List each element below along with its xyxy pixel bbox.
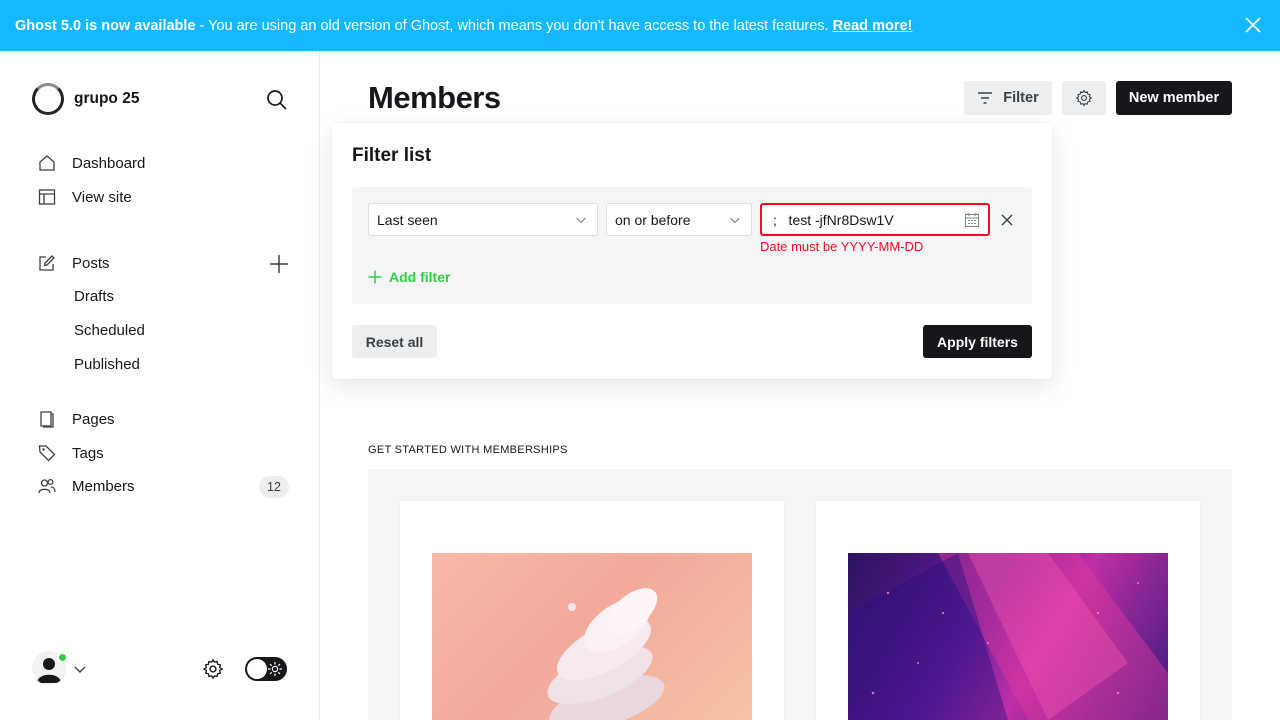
online-status-dot bbox=[57, 652, 68, 663]
filter-date-value: ; test -jfNr8Dsw1V bbox=[773, 211, 894, 228]
sidebar-item-tags[interactable]: Tags bbox=[38, 444, 104, 462]
tag-icon bbox=[38, 445, 56, 462]
add-filter-button[interactable]: Add filter bbox=[368, 269, 450, 285]
dark-mode-toggle[interactable] bbox=[245, 657, 287, 681]
update-banner: Ghost 5.0 is now available - You are usi… bbox=[0, 0, 1280, 51]
sidebar-item-members[interactable]: Members bbox=[38, 477, 135, 495]
filter-rows-container: Last seen on or before ; test -jfNr8Dsw1… bbox=[352, 187, 1032, 304]
filter-operator-select[interactable]: on or before bbox=[606, 203, 752, 236]
chevron-down-icon bbox=[730, 217, 740, 224]
calendar-icon[interactable] bbox=[964, 212, 980, 228]
banner-message: - You are using an old version of Ghost,… bbox=[199, 17, 829, 34]
galaxy-abstract-image bbox=[848, 553, 1168, 720]
filter-button-label: Filter bbox=[1003, 90, 1039, 106]
sidebar-item-pages[interactable]: Pages bbox=[38, 410, 115, 428]
reset-all-button[interactable]: Reset all bbox=[352, 325, 437, 358]
chevron-down-icon[interactable] bbox=[73, 662, 87, 676]
members-count-badge: 12 bbox=[259, 476, 289, 498]
plus-icon bbox=[368, 270, 382, 284]
brand[interactable]: grupo 25 bbox=[32, 83, 139, 115]
close-icon[interactable] bbox=[1244, 16, 1262, 34]
filter-field-value: Last seen bbox=[377, 211, 438, 228]
filter-popover: Filter list Last seen on or before ; tes… bbox=[332, 123, 1052, 379]
sidebar-item-label: View site bbox=[72, 188, 132, 206]
apply-filters-button[interactable]: Apply filters bbox=[923, 325, 1032, 358]
gear-icon bbox=[1075, 89, 1093, 107]
site-name: grupo 25 bbox=[74, 90, 140, 107]
page-title: Members bbox=[368, 80, 501, 115]
search-icon[interactable] bbox=[266, 89, 288, 111]
edit-icon bbox=[39, 255, 55, 271]
date-error-message: Date must be YYYY-MM-DD bbox=[760, 239, 924, 254]
sidebar-item-published[interactable]: Published bbox=[74, 356, 140, 373]
members-settings-button[interactable] bbox=[1062, 81, 1106, 115]
filter-operator-value: on or before bbox=[615, 211, 691, 228]
home-icon bbox=[39, 155, 55, 171]
sidebar-item-label: Dashboard bbox=[72, 154, 146, 172]
add-filter-label: Add filter bbox=[389, 269, 451, 285]
filter-field-select[interactable]: Last seen bbox=[368, 203, 598, 236]
sidebar-item-posts[interactable]: Posts bbox=[38, 254, 110, 272]
gear-icon[interactable] bbox=[202, 658, 224, 680]
sidebar-item-label: Tags bbox=[72, 444, 104, 462]
sidebar-item-drafts[interactable]: Drafts bbox=[74, 288, 114, 305]
add-post-icon[interactable] bbox=[269, 254, 289, 274]
sidebar-item-scheduled[interactable]: Scheduled bbox=[74, 322, 145, 339]
filter-icon bbox=[978, 92, 993, 104]
sidebar-item-view-site[interactable]: View site bbox=[38, 188, 132, 206]
filter-date-input[interactable]: ; test -jfNr8Dsw1V bbox=[760, 203, 990, 236]
abstract-discs-image bbox=[432, 553, 752, 720]
banner-read-more-link[interactable]: Read more! bbox=[833, 18, 913, 34]
page-icon bbox=[40, 411, 54, 428]
banner-title: Ghost 5.0 is now available bbox=[15, 17, 196, 34]
sidebar-item-dashboard[interactable]: Dashboard bbox=[38, 154, 145, 172]
sidebar: grupo 25 Dashboard View site Posts Draft… bbox=[0, 51, 320, 720]
toggle-knob bbox=[247, 659, 267, 679]
filter-button[interactable]: Filter bbox=[964, 81, 1052, 115]
sun-icon bbox=[268, 662, 282, 676]
members-icon bbox=[38, 478, 56, 494]
memberships-section-label: GET STARTED WITH MEMBERSHIPS bbox=[368, 444, 568, 456]
layout-icon bbox=[38, 189, 56, 205]
site-logo bbox=[32, 83, 64, 115]
sidebar-item-label: Posts bbox=[72, 254, 110, 272]
sidebar-item-label: Pages bbox=[72, 410, 115, 428]
chevron-down-icon bbox=[576, 217, 586, 224]
filter-popover-title: Filter list bbox=[352, 145, 432, 166]
new-member-button[interactable]: New member bbox=[1116, 81, 1232, 115]
sidebar-item-label: Members bbox=[72, 477, 135, 495]
remove-filter-icon[interactable] bbox=[1000, 213, 1014, 227]
